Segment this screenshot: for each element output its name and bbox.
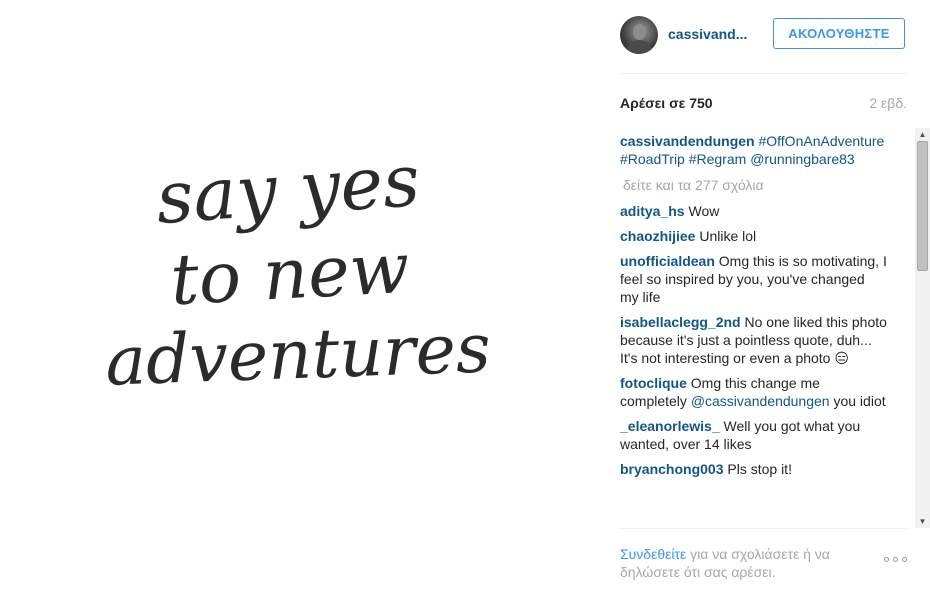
comment-author[interactable]: _eleanorlewis_ xyxy=(620,418,720,434)
quote-line-1: say yes xyxy=(153,138,422,240)
avatar-face xyxy=(633,24,646,40)
more-dot xyxy=(893,557,898,562)
likes-count[interactable]: Αρέσει σε 750 xyxy=(620,95,713,111)
comment-author[interactable]: fotoclique xyxy=(620,375,687,391)
quote-line-3: adventures xyxy=(104,309,492,401)
avatar-body xyxy=(627,40,651,54)
scrollbar-thumb[interactable] xyxy=(917,141,928,271)
comment-author[interactable]: unofficialdean xyxy=(620,253,715,269)
caption-author[interactable]: cassivandendungen xyxy=(620,133,755,149)
comment-item: _eleanorlewis_ Well you got what you wan… xyxy=(620,417,907,453)
username-link[interactable]: cassivand... xyxy=(668,26,764,42)
caption: cassivandendungen #OffOnAnAdventure #Roa… xyxy=(620,132,907,168)
follow-button[interactable]: ΑΚΟΛΟΥΘΗΣΤΕ xyxy=(773,18,905,49)
comment-list[interactable]: cassivandendungen #OffOnAnAdventure #Roa… xyxy=(620,132,907,528)
login-prompt: Συνδεθείτε για να σχολιάσετε ή να δηλώσε… xyxy=(620,545,860,581)
comments-scrollbar[interactable]: ▲ ▼ xyxy=(915,128,930,528)
comment-author[interactable]: aditya_hs xyxy=(620,203,685,219)
comment-item: fotoclique Omg this change me completely… xyxy=(620,374,907,410)
avatar[interactable] xyxy=(620,16,658,54)
scroll-down-arrow-icon[interactable]: ▼ xyxy=(915,515,930,528)
view-all-comments-link[interactable]: δείτε και τα 277 σχόλια xyxy=(623,176,907,194)
login-link[interactable]: Συνδεθείτε xyxy=(620,546,686,562)
comment-item: bryanchong003 Pls stop it! xyxy=(620,460,907,478)
comment-author[interactable]: chaozhijiee xyxy=(620,228,695,244)
quote-line-2: to new xyxy=(168,227,411,321)
post-image: say yes to new adventures xyxy=(104,138,492,402)
post-header: cassivand... ΑΚΟΛΟΥΘΗΣΤΕ xyxy=(620,16,907,54)
comment-text: Wow xyxy=(688,203,720,219)
more-dot xyxy=(884,557,889,562)
post-stats: Αρέσει σε 750 2 εβδ. xyxy=(620,95,907,113)
comment-author[interactable]: isabellaclegg_2nd xyxy=(620,314,741,330)
comment-item: aditya_hs Wow xyxy=(620,202,907,220)
comment-author[interactable]: bryanchong003 xyxy=(620,461,723,477)
comment-text: Pls stop it! xyxy=(727,461,792,477)
post-photo[interactable]: say yes to new adventures xyxy=(0,0,600,594)
footer-divider xyxy=(620,528,907,529)
comment-item: chaozhijiee Unlike lol xyxy=(620,227,907,245)
comment-item: isabellaclegg_2nd No one liked this phot… xyxy=(620,313,907,367)
comment-mention[interactable]: @cassivandendungen xyxy=(691,393,830,409)
comment-text: you idiot xyxy=(833,393,886,409)
comment-item: unofficialdean Omg this is so motivating… xyxy=(620,252,907,306)
header-divider xyxy=(620,73,907,74)
post-sidebar: cassivand... ΑΚΟΛΟΥΘΗΣΤΕ Αρέσει σε 750 2… xyxy=(620,0,907,594)
scroll-up-arrow-icon[interactable]: ▲ xyxy=(915,128,930,141)
post-timestamp[interactable]: 2 εβδ. xyxy=(869,95,907,111)
more-dot xyxy=(902,557,907,562)
comment-text: Unlike lol xyxy=(699,228,757,244)
more-options-icon[interactable] xyxy=(884,555,908,565)
